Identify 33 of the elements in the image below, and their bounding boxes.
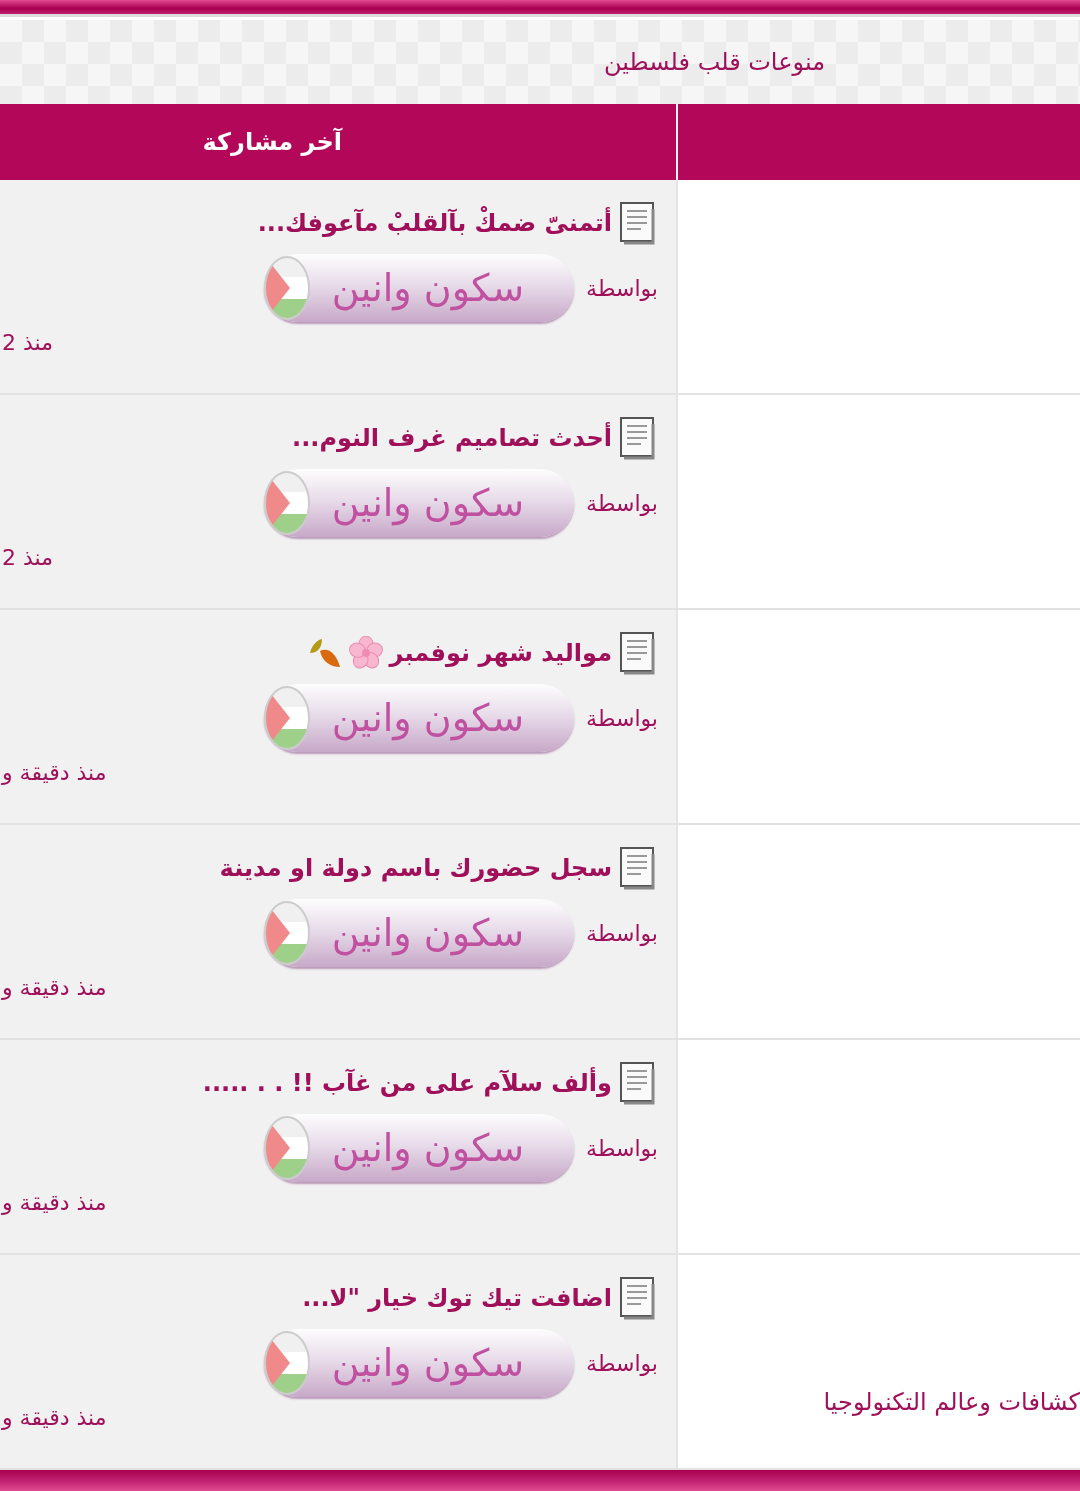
thread-title[interactable]: اضافت تيك توك خيار "لا... (302, 1284, 612, 1312)
section-title: منوعات قلب فلسطين (604, 47, 825, 76)
document-icon (618, 846, 658, 890)
by-label: بواسطة (586, 705, 658, 731)
post-time: منذ 2 (2, 330, 53, 355)
post-time: منذ دقيقة و (2, 760, 107, 785)
flag-icon (264, 470, 311, 536)
thread-title[interactable]: أحدث تصاميم غرف النوم... (292, 424, 612, 452)
thread-title[interactable]: مواليد شهر نوفمبر (389, 639, 612, 667)
by-label: بواسطة (586, 1350, 658, 1376)
flag-icon (264, 1115, 311, 1181)
by-label: بواسطة (586, 275, 658, 301)
document-icon (618, 631, 658, 675)
document-icon (618, 201, 658, 245)
post-time: منذ دقيقة و (2, 1405, 107, 1430)
flower-icon (347, 636, 384, 670)
thread-title[interactable]: وألف سلآم على من غآب !! . . ..... (202, 1069, 612, 1097)
flag-icon (264, 255, 311, 321)
document-icon (618, 416, 658, 460)
column-header: آخر مشاركة (202, 127, 342, 156)
document-icon (618, 1061, 658, 1105)
post-time: منذ 2 (2, 545, 53, 570)
thread-title[interactable]: سجل حضورك باسم دولة او مدينة (219, 854, 612, 882)
by-label: بواسطة (586, 490, 658, 516)
post-time: منذ دقيقة و (2, 1190, 107, 1215)
document-icon (618, 1276, 658, 1320)
post-time: منذ دقيقة و (2, 975, 107, 1000)
flag-icon (264, 685, 311, 751)
forum-link[interactable]: كشافات وعالم التكنولوجيا (823, 1388, 1080, 1416)
by-label: بواسطة (586, 1135, 658, 1161)
flag-icon (264, 1330, 311, 1396)
flag-icon (264, 900, 311, 966)
by-label: بواسطة (586, 920, 658, 946)
